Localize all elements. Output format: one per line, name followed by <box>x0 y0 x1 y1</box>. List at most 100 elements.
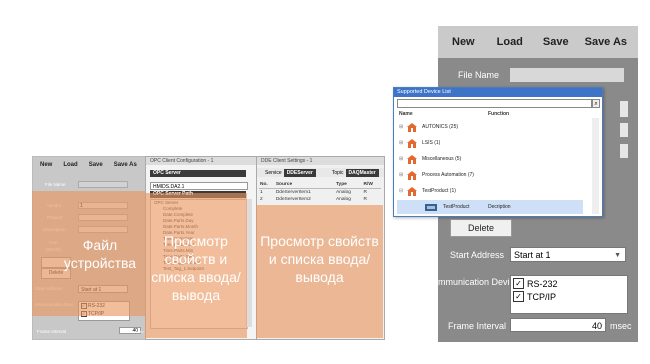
left-rs232-label: RS-232 <box>88 303 105 309</box>
device-group-miscellaneous[interactable]: ⊞ Miscellaneous (5) <box>399 152 461 166</box>
device-group-label: TestProduct (1) <box>422 188 456 194</box>
left-vendor-field[interactable]: 1 <box>78 202 128 209</box>
opc-title: OPC Client Configuration - 1 <box>146 157 257 165</box>
dde-topic-value[interactable]: DAQMaster <box>345 168 379 177</box>
left-save-button[interactable]: Save <box>82 157 107 173</box>
device-module-icon <box>425 203 437 211</box>
left-start-address-select[interactable]: Start at 1 <box>78 285 128 293</box>
col-source: Source <box>274 181 335 189</box>
left-rs232-option[interactable]: ✓ RS-232 <box>79 302 129 310</box>
right-start-address-select[interactable]: Start at 1 ▼ <box>510 247 626 262</box>
dde-title: DDE Client Settings - 1 <box>257 157 384 165</box>
cell: 2 <box>260 197 263 202</box>
right-file-name-field[interactable] <box>510 68 624 82</box>
left-description-field[interactable] <box>78 226 128 233</box>
expand-icon[interactable]: ⊞ <box>399 156 405 162</box>
left-communication-list: ✓ RS-232 ✓ TCP/IP <box>78 301 130 321</box>
left-save-as-button[interactable]: Save As <box>107 157 141 173</box>
table-row[interactable]: 1 DdeServerItem1 Analog R <box>259 189 381 197</box>
right-frame-interval-label: Frame Interval <box>448 321 507 331</box>
table-row[interactable]: 2 DdeServerItem2 Analog R <box>259 196 381 203</box>
left-product-label: Product <box>47 215 63 220</box>
right-toolbar: New Load Save Save As <box>438 26 638 58</box>
device-house-icon <box>407 170 417 180</box>
opc-path-header: OPC Server Path <box>150 191 246 198</box>
right-tcpip-label: TCP/IP <box>527 291 557 302</box>
device-house-icon <box>407 122 417 132</box>
right-save-button[interactable]: Save <box>543 36 569 48</box>
cell: R <box>363 190 367 195</box>
cell: Analog <box>335 190 351 195</box>
dde-service-value[interactable]: DDEServer <box>283 168 316 177</box>
cell: DdeServerItem1 <box>275 190 311 195</box>
left-icon-label: Icon <box>49 240 58 245</box>
col-rw: R/W <box>362 181 381 189</box>
left-frame-interval-label: Frame Interval <box>37 329 67 334</box>
right-field-stub-3[interactable] <box>620 144 628 158</box>
table-header: No. Source Type R/W <box>259 181 381 189</box>
left-vendor-label: Vendor <box>47 203 62 208</box>
selected-device-name: TestProduct <box>443 204 470 210</box>
device-house-icon <box>407 186 417 196</box>
device-house-icon <box>407 138 417 148</box>
device-house-icon <box>407 154 417 164</box>
supported-device-popup: Supported Device List ⌕ Name Function ⊞ … <box>393 87 603 217</box>
expand-icon[interactable]: ⊞ <box>399 172 405 178</box>
right-frame-interval-field[interactable]: 40 <box>510 318 606 332</box>
chevron-down-icon: ▼ <box>614 252 621 259</box>
left-file-name-field[interactable] <box>78 181 128 188</box>
left-load-button[interactable]: Load <box>56 157 81 173</box>
left-tcpip-option[interactable]: ✓ TCP/IP <box>79 310 129 318</box>
right-start-address-label: Start Address <box>450 250 505 260</box>
device-item-selected[interactable]: TestProduct Decription <box>397 200 583 214</box>
left-product-field[interactable] <box>78 214 128 221</box>
device-group-label: Process Automation (7) <box>422 172 474 178</box>
device-search-input[interactable] <box>397 99 592 108</box>
right-start-address-value: Start at 1 <box>514 250 551 260</box>
check-icon: ✓ <box>81 311 87 317</box>
expand-icon[interactable]: ⊞ <box>399 124 405 130</box>
opc-overlay-text: Просмотр свойств и списка ввода/вывода <box>151 233 241 303</box>
device-group-autonics[interactable]: ⊞ AUTONICS (25) <box>399 120 458 134</box>
collapse-icon[interactable]: ⊟ <box>399 188 405 194</box>
check-icon: ✓ <box>81 303 87 309</box>
popup-header: Name Function <box>397 110 592 118</box>
right-rs232-option[interactable]: ✓ RS-232 <box>511 276 627 289</box>
left-new-button[interactable]: New <box>33 157 56 173</box>
cell: Analog <box>335 197 351 202</box>
col-name: Name <box>399 111 413 117</box>
right-delete-button[interactable]: Delete <box>450 219 512 237</box>
device-group-label: Miscellaneous (5) <box>422 156 462 162</box>
right-file-name-label: File Name <box>458 70 500 80</box>
left-icon-size-label: (32X32) <box>45 247 62 252</box>
dde-service-label: Service <box>265 169 282 176</box>
check-icon: ✓ <box>513 278 524 289</box>
right-tcpip-option[interactable]: ✓ TCP/IP <box>511 289 627 302</box>
search-icon[interactable]: ⌕ <box>592 99 600 108</box>
right-field-stub-2[interactable] <box>620 123 628 137</box>
right-rs232-label: RS-232 <box>527 278 558 289</box>
left-overlay-text: Файл устройства <box>63 237 137 271</box>
check-icon: ✓ <box>513 291 524 302</box>
right-frame-unit: msec <box>610 321 632 331</box>
device-group-lsis[interactable]: ⊞ LSIS (1) <box>399 136 440 150</box>
right-new-button[interactable]: New <box>452 36 475 48</box>
right-load-button[interactable]: Load <box>497 36 523 48</box>
opc-server-header: OPC Server <box>150 170 246 177</box>
opc-server-select[interactable]: HMIDS.DA2.1 <box>150 182 248 190</box>
right-communication-label: mmunication Devi <box>438 277 510 287</box>
right-field-stub-1[interactable] <box>620 101 628 117</box>
dde-service-bar: Service DDEServer Topic DAQMaster <box>257 168 384 177</box>
right-save-as-button[interactable]: Save As <box>585 36 627 48</box>
device-group-label: LSIS (1) <box>422 140 441 146</box>
left-frame-unit: msec <box>134 329 144 334</box>
device-group-process-automation[interactable]: ⊞ Process Automation (7) <box>399 168 474 182</box>
device-group-label: AUTONICS (25) <box>422 124 459 130</box>
col-no: No. <box>259 181 275 189</box>
dde-table: No. Source Type R/W 1 DdeServerItem1 Ana… <box>259 181 381 203</box>
expand-icon[interactable]: ⊞ <box>399 140 405 146</box>
left-tcpip-label: TCP/IP <box>88 311 105 317</box>
popup-scrollbar[interactable] <box>592 118 599 214</box>
device-group-testproduct[interactable]: ⊟ TestProduct (1) <box>399 184 456 198</box>
popup-title: Supported Device List <box>394 88 602 97</box>
